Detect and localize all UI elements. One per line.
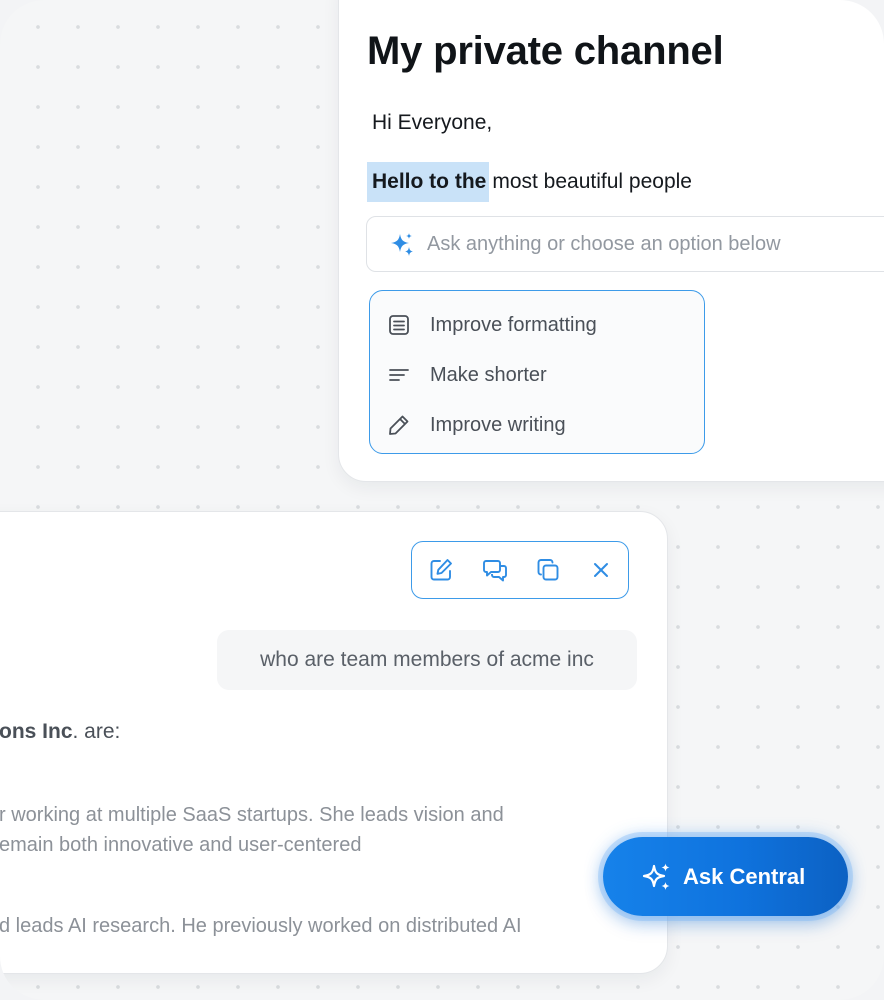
ask-central-button[interactable]: Ask Central: [603, 837, 848, 916]
editor-card: My private channel Hi Everyone, Hello to…: [338, 0, 884, 482]
option-label: Improve writing: [430, 414, 566, 436]
option-label: Make shorter: [430, 364, 547, 386]
option-make-shorter[interactable]: Make shorter: [370, 353, 704, 397]
answer-line: emain both innovative and user-centered: [0, 834, 362, 856]
sparkle-icon: [391, 233, 413, 256]
answer-intro-bold: ons Inc: [0, 720, 73, 743]
answer-intro: ons Inc. are:: [0, 720, 120, 744]
edit-icon[interactable]: [428, 557, 454, 583]
option-improve-writing[interactable]: Improve writing: [370, 403, 704, 447]
user-message: who are team members of acme inc: [217, 630, 637, 690]
ask-placeholder: Ask anything or choose an option below: [427, 233, 781, 255]
message-toolbar: [411, 541, 629, 599]
chat-card: who are team members of acme inc ons Inc…: [0, 511, 668, 974]
sparkle-icon: [642, 863, 670, 890]
answer-paragraph: d leads AI research. He previously worke…: [0, 911, 522, 941]
canvas-background: My private channel Hi Everyone, Hello to…: [0, 0, 884, 1000]
answer-line: d leads AI research. He previously worke…: [0, 915, 522, 937]
ask-input[interactable]: Ask anything or choose an option below: [366, 216, 884, 272]
channel-title: My private channel: [367, 29, 724, 73]
chat-bubbles-icon[interactable]: [482, 557, 508, 583]
document-lines-icon: [389, 315, 409, 335]
selected-text[interactable]: Hello to the: [367, 162, 490, 202]
greeting-text: Hi Everyone,: [372, 111, 493, 134]
answer-line: r working at multiple SaaS startups. She…: [0, 804, 504, 826]
copy-icon[interactable]: [535, 557, 561, 583]
option-improve-formatting[interactable]: Improve formatting: [370, 303, 704, 347]
option-label: Improve formatting: [430, 314, 597, 336]
pencil-icon: [389, 415, 409, 435]
message-line[interactable]: Hello to the most beautiful people: [367, 162, 692, 202]
message-line-rest: most beautiful people: [492, 170, 692, 193]
answer-paragraph: r working at multiple SaaS startups. She…: [0, 800, 504, 860]
answer-intro-rest: . are:: [72, 720, 121, 743]
close-icon[interactable]: [588, 557, 614, 583]
short-lines-icon: [389, 369, 409, 381]
ask-central-label: Ask Central: [683, 864, 806, 889]
options-menu: Improve formatting Make shorter Improve …: [369, 290, 705, 454]
